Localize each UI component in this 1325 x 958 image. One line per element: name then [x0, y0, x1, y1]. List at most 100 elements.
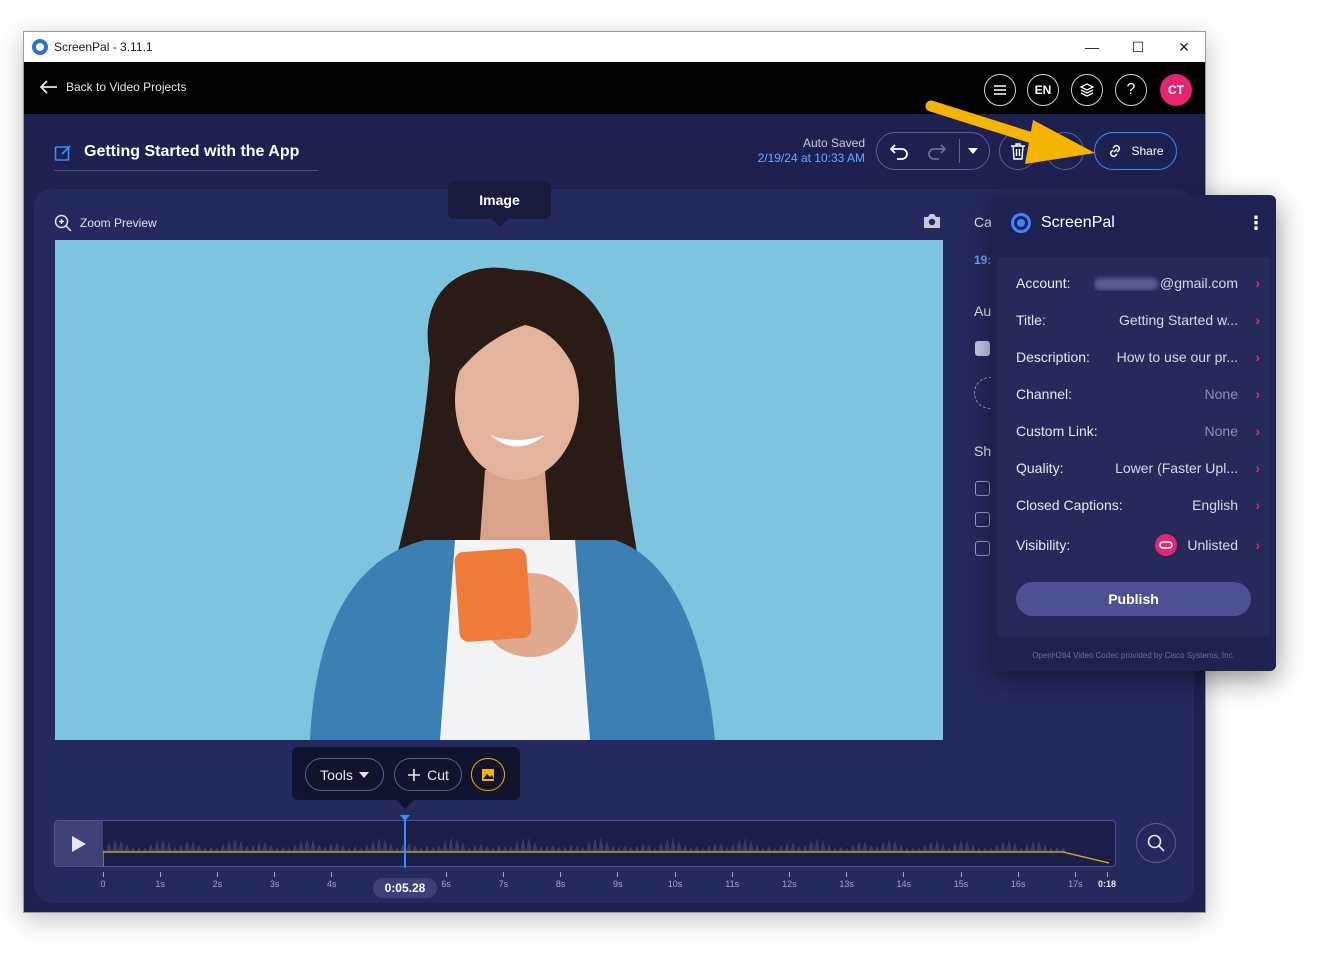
image-overlay-button[interactable]: [471, 758, 505, 791]
unlisted-link-icon: [1155, 534, 1178, 556]
annotation-arrow-icon: [925, 100, 1095, 164]
cut-button[interactable]: Cut: [394, 758, 462, 791]
share-row-account[interactable]: Account: @gmail.com ›: [1016, 272, 1260, 294]
share-row-quality[interactable]: Quality: Lower (Faster Upl... ›: [1016, 457, 1260, 479]
back-to-projects-link[interactable]: Back to Video Projects: [38, 79, 187, 95]
share-row-value: Lower (Faster Upl...: [1115, 460, 1238, 476]
undo-button[interactable]: [887, 140, 911, 162]
zoom-preview-button[interactable]: Zoom Preview: [54, 214, 157, 232]
side-checkbox-2[interactable]: [975, 512, 990, 527]
tools-dropdown[interactable]: Tools: [305, 758, 384, 791]
share-panel-header: ScreenPal ⋮: [991, 195, 1276, 251]
side-label-sh: Sh: [974, 443, 992, 459]
tools-label: Tools: [320, 766, 353, 783]
search-icon: [1147, 834, 1165, 852]
share-row-value: @gmail.com: [1093, 275, 1238, 291]
chevron-right-icon: ›: [1255, 275, 1260, 291]
screenpal-app-icon: [32, 39, 48, 55]
arrow-left-icon: [39, 80, 57, 94]
share-row-key: Account:: [1016, 275, 1071, 291]
cut-label: Cut: [427, 766, 449, 783]
share-settings-list: Account: @gmail.com › Title: Getting Sta…: [998, 257, 1270, 637]
chevron-right-icon: ›: [1255, 537, 1260, 553]
chevron-right-icon: ›: [1255, 386, 1260, 402]
help-button[interactable]: ?: [1115, 74, 1147, 106]
publish-button[interactable]: Publish: [1016, 582, 1251, 616]
share-row-visibility[interactable]: Visibility: Unlisted ›: [1016, 534, 1260, 556]
timeline-track[interactable]: [54, 820, 1116, 867]
side-value-19: 19:: [974, 253, 992, 267]
screenpal-logo-icon: [1011, 213, 1031, 233]
window-titlebar: ScreenPal - 3.11.1 — ☐ ✕: [24, 32, 1205, 62]
email-domain: @gmail.com: [1159, 275, 1238, 291]
timeline-tick: 0: [91, 872, 115, 889]
chevron-right-icon: ›: [1255, 312, 1260, 328]
maximize-button[interactable]: ☐: [1115, 32, 1161, 62]
timeline-tick: 17s: [1063, 872, 1087, 889]
timeline-tick: 12s: [777, 872, 801, 889]
side-checkbox-3[interactable]: [975, 541, 990, 556]
video-preview-image: [55, 240, 943, 740]
autosave-time: 2/19/24 at 10:33 AM: [757, 151, 865, 165]
current-time-badge: 0:05.28: [373, 878, 437, 898]
image-tooltip: Image: [448, 181, 551, 227]
playhead[interactable]: [404, 819, 406, 868]
timeline-tick: 6s: [434, 872, 458, 889]
share-row-value: How to use our pr...: [1116, 349, 1238, 365]
more-options-icon[interactable]: ⋮: [1247, 213, 1265, 233]
share-row-key: Closed Captions:: [1016, 497, 1123, 513]
timeline-tick: 8s: [549, 872, 573, 889]
chevron-right-icon: ›: [1255, 423, 1260, 439]
share-label: Share: [1131, 144, 1164, 158]
chevron-right-icon: ›: [1255, 497, 1260, 513]
play-button[interactable]: [55, 821, 103, 866]
timeline-tick: 11s: [720, 872, 744, 889]
share-row-value: None: [1204, 423, 1238, 439]
share-row-key: Description:: [1016, 349, 1090, 365]
share-row-value: None: [1204, 386, 1238, 402]
timeline-ruler: 0 1s 2s 3s 4s 6s 7s 8s 9s 10s 11s 12s 13s 14s 15s 16s 17…: [24, 872, 1124, 892]
tools-popup: Tools Cut: [292, 747, 520, 809]
share-dropdown-panel: ScreenPal ⋮ Account: @gmail.com › Title:…: [991, 195, 1276, 671]
back-label: Back to Video Projects: [66, 80, 187, 94]
timeline-tick: 15s: [949, 872, 973, 889]
layers-icon: [1079, 83, 1095, 97]
timeline-tick: 1s: [148, 872, 172, 889]
codec-footer: OpenH264 Video Codec provided by Cisco S…: [1032, 651, 1235, 660]
share-row-value: English: [1192, 497, 1238, 513]
share-row-key: Custom Link:: [1016, 423, 1098, 439]
share-row-captions[interactable]: Closed Captions: English ›: [1016, 494, 1260, 516]
timeline-tick: 10s: [663, 872, 687, 889]
share-row-title[interactable]: Title: Getting Started w... ›: [1016, 309, 1260, 331]
play-icon: [72, 835, 86, 852]
share-row-custom-link[interactable]: Custom Link: None ›: [1016, 420, 1260, 442]
share-row-description[interactable]: Description: How to use our pr... ›: [1016, 346, 1260, 368]
share-row-key: Channel:: [1016, 386, 1073, 402]
share-panel-brand: ScreenPal: [1041, 214, 1115, 231]
timeline-tick: 2s: [205, 872, 229, 889]
project-title-field[interactable]: Getting Started with the App: [54, 143, 318, 171]
side-checkbox-1[interactable]: [975, 481, 990, 496]
timeline-tick: 3s: [263, 872, 287, 889]
window-title: ScreenPal - 3.11.1: [54, 40, 153, 54]
edit-icon: [54, 145, 71, 161]
timeline-zoom-button[interactable]: [1136, 823, 1176, 863]
image-icon: [482, 768, 494, 781]
timeline-end-time: 0:18: [1095, 872, 1119, 889]
camera-icon: [924, 214, 940, 228]
close-button[interactable]: ✕: [1161, 32, 1205, 62]
screenshot-button[interactable]: [922, 213, 942, 234]
share-row-channel[interactable]: Channel: None ›: [1016, 383, 1260, 405]
side-checkbox-checked[interactable]: [975, 341, 990, 356]
autosave-label: Auto Saved: [802, 136, 865, 150]
autosave-status: Auto Saved 2/19/24 at 10:33 AM: [758, 136, 865, 166]
chevron-right-icon: ›: [1255, 349, 1260, 365]
zoom-in-icon: [54, 214, 72, 232]
minimize-button[interactable]: —: [1069, 32, 1115, 62]
user-avatar[interactable]: CT: [1160, 74, 1192, 106]
chevron-right-icon: ›: [1255, 460, 1260, 476]
timeline-tick: 7s: [491, 872, 515, 889]
share-button[interactable]: Share: [1094, 132, 1177, 170]
share-row-key: Visibility:: [1016, 537, 1071, 553]
share-row-value: Unlisted: [1155, 534, 1238, 556]
